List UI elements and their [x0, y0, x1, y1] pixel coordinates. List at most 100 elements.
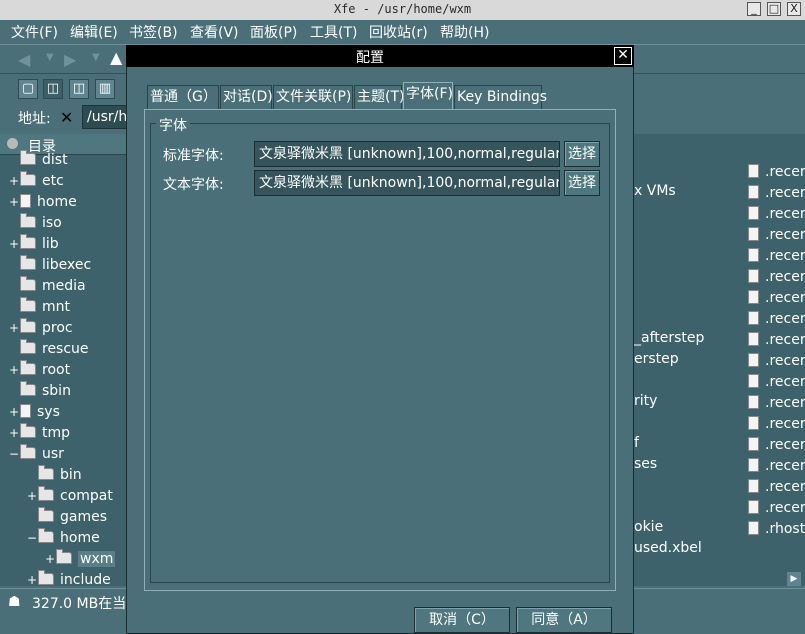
file-item[interactable]: .recer: [748, 309, 805, 330]
file-item[interactable]: .recer: [748, 183, 805, 204]
forward-arrow-icon[interactable]: ▶: [64, 50, 76, 69]
standard-font-field[interactable]: 文泉驿微米黑 [unknown],100,normal,regular: [254, 141, 560, 167]
tree-expander-icon[interactable]: +: [8, 423, 20, 444]
tree-item[interactable]: + lib: [0, 234, 126, 255]
file-name-fragment[interactable]: f: [634, 435, 639, 451]
file-icon: [748, 185, 759, 199]
two-panels-icon[interactable]: ◫: [69, 79, 89, 99]
tree-two-panels-icon[interactable]: ▥: [95, 79, 115, 99]
tree-item[interactable]: + home: [0, 192, 126, 213]
tree-expander-icon[interactable]: +: [8, 171, 20, 192]
tree-expander-icon[interactable]: −: [26, 528, 38, 549]
file-item[interactable]: .recer: [748, 330, 805, 351]
tree-item-label: usr: [42, 446, 64, 462]
tree-item[interactable]: media: [0, 276, 126, 297]
file-item[interactable]: .recer: [748, 435, 805, 456]
tab-fonts[interactable]: 字体(F): [403, 82, 453, 110]
tab-file-associations[interactable]: 文件关联(P): [273, 85, 353, 109]
file-item[interactable]: .rhost: [748, 519, 805, 540]
forward-history-icon[interactable]: ▼: [92, 52, 100, 63]
file-icon: [20, 194, 31, 208]
scroll-right-icon[interactable]: ▶: [787, 572, 801, 586]
menu-trash[interactable]: 回收站(r): [369, 22, 428, 42]
file-item[interactable]: .recer: [748, 351, 805, 372]
file-item[interactable]: .recer: [748, 372, 805, 393]
file-item[interactable]: .recer: [748, 267, 805, 288]
tree-item[interactable]: + root: [0, 360, 126, 381]
tree-expander-icon[interactable]: +: [8, 360, 20, 381]
file-icon: [748, 521, 759, 535]
tree-item[interactable]: games: [0, 507, 126, 528]
file-item[interactable]: .recer: [748, 246, 805, 267]
tree-expander-icon[interactable]: +: [26, 486, 38, 507]
tree-item-label: libexec: [42, 257, 92, 273]
file-item[interactable]: .recer: [748, 162, 805, 183]
window-close-button[interactable]: X: [787, 2, 801, 16]
tree-expander-icon[interactable]: +: [8, 318, 20, 339]
back-history-icon[interactable]: ▼: [46, 52, 54, 63]
tree-expander-icon[interactable]: +: [8, 234, 20, 255]
maximize-button[interactable]: □: [767, 2, 781, 16]
tree-item[interactable]: + tmp: [0, 423, 126, 444]
tree-item[interactable]: + etc: [0, 171, 126, 192]
file-item[interactable]: .recer: [748, 288, 805, 309]
file-name-fragment[interactable]: used.xbel: [634, 540, 702, 556]
file-name-fragment[interactable]: erstep: [634, 351, 679, 367]
file-item[interactable]: .recer: [748, 393, 805, 414]
tree-item[interactable]: − usr: [0, 444, 126, 465]
up-arrow-icon[interactable]: ▲: [110, 48, 122, 67]
back-arrow-icon[interactable]: ◀: [18, 50, 30, 69]
minimize-button[interactable]: _: [747, 2, 761, 16]
file-item[interactable]: .recer: [748, 477, 805, 498]
file-name-fragment[interactable]: ses: [634, 456, 657, 472]
menu-edit[interactable]: 编辑(E): [70, 22, 118, 42]
menu-help[interactable]: 帮助(H): [440, 22, 489, 42]
text-font-field[interactable]: 文泉驿微米黑 [unknown],100,normal,regular: [254, 170, 560, 196]
standard-font-select-button[interactable]: 选择: [564, 141, 600, 167]
tree-expander-icon[interactable]: +: [8, 402, 20, 423]
tree-item[interactable]: bin: [0, 465, 126, 486]
tree-expander-icon[interactable]: +: [44, 549, 56, 570]
accept-button[interactable]: 同意（A）: [516, 607, 612, 633]
folder-icon: [56, 549, 72, 564]
dialog-close-button[interactable]: ✕: [614, 47, 632, 65]
file-item-label: .rhost: [765, 521, 805, 537]
tree-item[interactable]: − home: [0, 528, 126, 549]
menu-panel[interactable]: 面板(P): [250, 22, 297, 42]
tree-item[interactable]: rescue: [0, 339, 126, 360]
tree-item[interactable]: libexec: [0, 255, 126, 276]
tree-item[interactable]: + compat: [0, 486, 126, 507]
file-item[interactable]: .recer: [748, 456, 805, 477]
menu-tools[interactable]: 工具(T): [310, 22, 357, 42]
tree-item[interactable]: dist: [0, 150, 126, 171]
file-item[interactable]: .recer: [748, 225, 805, 246]
file-name-fragment[interactable]: rity: [634, 393, 657, 409]
tree-item[interactable]: + proc: [0, 318, 126, 339]
tab-general[interactable]: 普通（G）: [147, 85, 219, 109]
menu-bookmarks[interactable]: 书签(B): [129, 22, 178, 42]
clear-address-icon[interactable]: ✕: [60, 108, 73, 127]
tab-themes[interactable]: 主题(T): [354, 85, 404, 109]
tab-key-bindings[interactable]: Key Bindings: [454, 85, 547, 109]
tree-panel-icon[interactable]: ◫: [43, 79, 63, 99]
tree-expander-icon[interactable]: −: [8, 444, 20, 465]
file-item[interactable]: .recer: [748, 414, 805, 435]
tree-item[interactable]: sbin: [0, 381, 126, 402]
file-item[interactable]: .recer: [748, 204, 805, 225]
one-panel-icon[interactable]: ▢: [18, 79, 38, 99]
file-name-fragment[interactable]: _afterstep: [634, 330, 704, 346]
menu-file[interactable]: 文件(F): [11, 22, 58, 42]
file-name-fragment[interactable]: okie: [634, 519, 663, 535]
tree-item[interactable]: iso: [0, 213, 126, 234]
file-item-label: .recer: [765, 479, 805, 495]
tree-item[interactable]: + sys: [0, 402, 126, 423]
tree-item[interactable]: + wxm: [0, 549, 126, 570]
tree-expander-icon[interactable]: +: [8, 192, 20, 213]
text-font-select-button[interactable]: 选择: [564, 170, 600, 196]
tab-dialogs[interactable]: 对话(D): [220, 85, 273, 109]
menu-view[interactable]: 查看(V): [190, 22, 239, 42]
file-item[interactable]: .recer: [748, 498, 805, 519]
file-name-fragment[interactable]: x VMs: [634, 183, 676, 199]
cancel-button[interactable]: 取消（C）: [414, 607, 510, 633]
tree-item[interactable]: mnt: [0, 297, 126, 318]
